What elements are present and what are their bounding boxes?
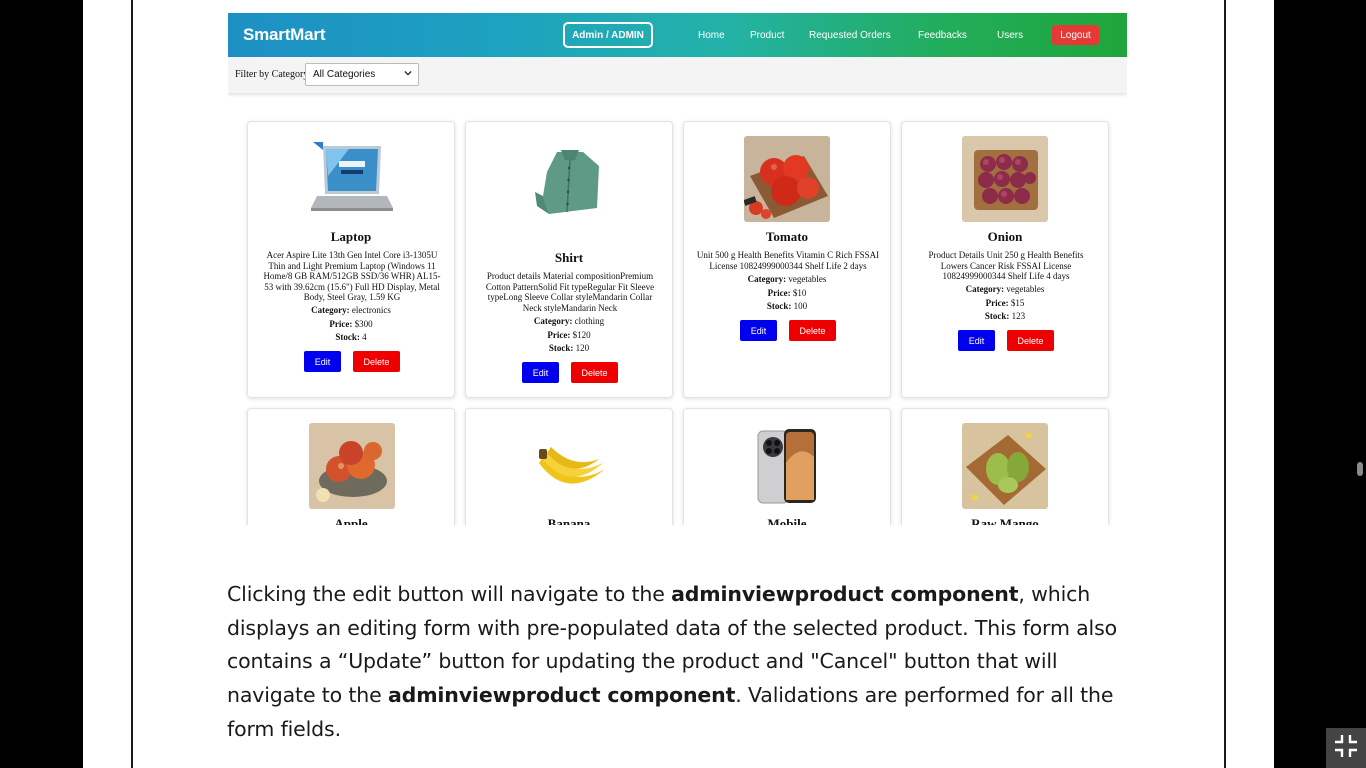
nav-product[interactable]: Product: [750, 30, 784, 41]
product-card-laptop: Laptop Acer Aspire Lite 13th Gen Intel C…: [247, 121, 455, 398]
edit-button[interactable]: Edit: [740, 320, 777, 341]
product-description: Product details Material compositionPrem…: [485, 271, 655, 313]
product-card-shirt: Shirt Product details Material compositi…: [465, 121, 673, 398]
product-card-tomato: Tomato Unit 500 g Health Benefits Vitami…: [683, 121, 891, 398]
article-bold-2: adminviewproduct component: [387, 683, 736, 708]
product-name: Tomato: [765, 229, 809, 244]
product-name: Mobile: [767, 516, 807, 525]
category-value: electronics: [351, 305, 391, 315]
category-value: vegetables: [1006, 284, 1045, 294]
category-label: Category:: [747, 274, 787, 284]
exit-fullscreen-button[interactable]: [1326, 728, 1366, 768]
category-value: clothing: [574, 316, 605, 326]
banana-image: [527, 423, 613, 509]
delete-button[interactable]: Delete: [353, 351, 400, 372]
product-category: Category: vegetables: [902, 284, 1108, 294]
onion-image: [962, 136, 1048, 222]
apple-image: [309, 423, 395, 509]
nav-users[interactable]: Users: [997, 30, 1023, 41]
stock-label: Stock:: [984, 311, 1010, 321]
product-category: Category: clothing: [466, 316, 672, 326]
product-card-onion: Onion Product Details Unit 250 g Health …: [901, 121, 1109, 398]
laptop-image: [309, 136, 395, 222]
price-value: $120: [572, 330, 591, 340]
product-price: Price: $10: [684, 288, 890, 298]
nav-feedbacks[interactable]: Feedbacks: [918, 30, 967, 41]
edit-button[interactable]: Edit: [304, 351, 341, 372]
nav-home[interactable]: Home: [698, 30, 725, 41]
product-card-apple: Apple: [247, 408, 455, 525]
product-price: Price: $120: [466, 330, 672, 340]
product-name: Raw Mango: [971, 516, 1039, 525]
price-label: Price:: [767, 288, 791, 298]
article-bold-1: adminviewproduct component: [671, 582, 1019, 606]
product-name: Shirt: [554, 250, 584, 265]
embedded-app-screenshot: SmartMart Admin / ADMIN Home Product Req…: [228, 13, 1127, 525]
price-value: $15: [1010, 298, 1025, 308]
admin-badge[interactable]: Admin / ADMIN: [563, 22, 653, 48]
price-label: Price:: [329, 319, 353, 329]
nav-requested-orders[interactable]: Requested Orders: [809, 30, 891, 41]
tomato-image: [744, 136, 830, 222]
edit-button[interactable]: Edit: [958, 330, 995, 351]
product-name: Banana: [547, 516, 591, 525]
brand-logo[interactable]: SmartMart: [243, 25, 325, 45]
product-price: Price: $300: [248, 319, 454, 329]
category-select[interactable]: All Categories: [305, 63, 419, 86]
stock-value: 123: [1011, 311, 1026, 321]
product-stock: Stock: 123: [902, 311, 1108, 321]
exit-fullscreen-icon: [1333, 733, 1359, 764]
product-description: Unit 500 g Health Benefits Vitamin C Ric…: [696, 250, 880, 271]
product-name: Laptop: [330, 229, 372, 244]
filter-label: Filter by Category:: [235, 69, 312, 80]
category-label: Category:: [965, 284, 1005, 294]
shirt-image: [527, 136, 613, 222]
left-letterbox: [0, 0, 83, 768]
product-name: Onion: [987, 229, 1023, 244]
product-description: Product Details Unit 250 g Health Benefi…: [928, 250, 1084, 281]
navbar: SmartMart Admin / ADMIN Home Product Req…: [228, 13, 1127, 57]
category-label: Category:: [533, 316, 573, 326]
product-name: Apple: [334, 516, 368, 525]
stock-label: Stock:: [335, 332, 360, 342]
price-value: $300: [354, 319, 373, 329]
page-border-left: [131, 0, 133, 768]
stock-label: Stock:: [548, 343, 574, 353]
product-stock: Stock: 120: [466, 343, 672, 353]
edit-button[interactable]: Edit: [522, 362, 559, 383]
stock-value: 120: [575, 343, 590, 353]
mobile-image: [744, 423, 830, 509]
product-category: Category: vegetables: [684, 274, 890, 284]
scrollbar-thumb[interactable]: [1357, 462, 1363, 476]
price-label: Price:: [547, 330, 571, 340]
product-stock: Stock: 4: [248, 332, 454, 342]
filter-bar: Filter by Category: All Categories: [228, 57, 1127, 93]
delete-button[interactable]: Delete: [789, 320, 836, 341]
product-card-raw-mango: Raw Mango: [901, 408, 1109, 525]
page-border-right: [1224, 0, 1226, 768]
category-label: Category:: [311, 305, 350, 315]
article-text-1: Clicking the edit button will navigate t…: [227, 582, 672, 606]
price-label: Price:: [985, 298, 1009, 308]
category-select-value: All Categories: [313, 69, 376, 80]
product-description: Acer Aspire Lite 13th Gen Intel Core i3-…: [263, 250, 441, 302]
product-category: Category: electronics: [248, 305, 454, 315]
category-value: vegetables: [788, 274, 827, 284]
product-stock: Stock: 100: [684, 301, 890, 311]
stock-label: Stock:: [766, 301, 792, 311]
product-card-mobile: Mobile: [683, 408, 891, 525]
delete-button[interactable]: Delete: [571, 362, 618, 383]
delete-button[interactable]: Delete: [1007, 330, 1054, 351]
price-value: $10: [792, 288, 807, 298]
right-letterbox: [1274, 0, 1366, 768]
article-paragraph: Clicking the edit button will navigate t…: [227, 578, 1137, 747]
product-card-banana: Banana: [465, 408, 673, 525]
chevron-down-icon: [404, 69, 412, 79]
stock-value: 100: [793, 301, 808, 311]
logout-button[interactable]: Logout: [1052, 25, 1099, 45]
stock-value: 4: [362, 332, 367, 342]
product-price: Price: $15: [902, 298, 1108, 308]
raw-mango-image: [962, 423, 1048, 509]
